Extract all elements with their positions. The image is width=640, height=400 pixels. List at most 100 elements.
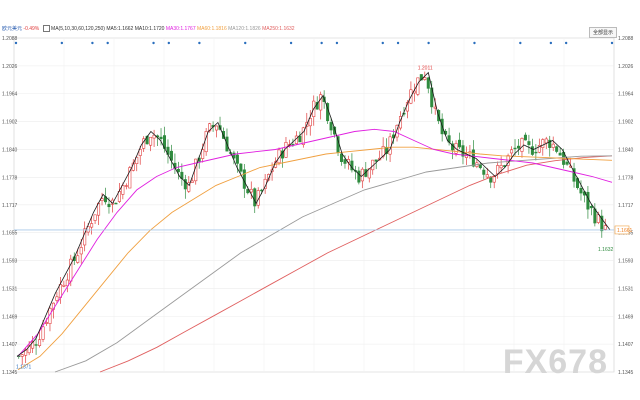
candlestick-chart: 1.2088 1.2088 1.2026 1.2026 1.1964 1.1964 1.19… [2,36,634,376]
candle-body [530,146,534,155]
candle-body [603,225,607,230]
candle-body [457,139,462,148]
symbol-label: 欧元美元 [2,26,23,32]
candle-body [298,135,302,143]
y-tick-label-right: 1.1840 [618,147,634,153]
candle-body [374,159,378,162]
candle-body [107,203,111,208]
candle-body [339,153,344,162]
candle-body [121,185,125,195]
y-tick-label-right: 1.1717 [618,203,634,209]
candle-body [90,223,94,228]
ma250-value-label: MA250:1.1632 [262,26,295,32]
y-tick-label-left: 1.1469 [2,314,18,320]
y-tick-label-left: 1.2026 [2,64,18,70]
candle-body [492,176,496,183]
candle-body [388,136,392,155]
event-dot [244,41,247,45]
event-dot [320,41,323,45]
candle-body [190,180,194,183]
candle-body [235,154,239,164]
candle-body [76,255,80,263]
y-tick-label-left: 1.1531 [2,286,18,292]
y-tick-label-left: 1.1717 [2,203,18,209]
y-tick-label-right: 1.2026 [618,64,634,70]
current-price-label: 1.1661 [617,228,633,234]
event-dot [198,41,201,45]
event-dot [106,41,109,45]
candle-body [343,159,347,164]
y-tick-label-right: 1.1469 [618,314,634,320]
event-dot [60,41,64,45]
event-dot [519,41,522,45]
candle-body [534,151,538,154]
candle-body [114,202,118,205]
candle-body [44,322,49,324]
ma10-value-label: MA10:1.1720 [134,26,165,32]
show-all-button[interactable]: 全部显示 [588,27,617,38]
y-tick-label-left: 1.1345 [2,370,18,376]
candle-body [249,188,253,193]
event-dot [610,41,614,45]
event-dot [167,41,171,45]
y-tick-label-right: 1.1778 [618,175,634,181]
candle-body [20,354,24,357]
candle-body [38,339,42,346]
event-dot [473,41,476,45]
candle-body [329,122,333,131]
candle-body [551,143,555,148]
candle-body [558,152,562,156]
candle-body [79,247,83,255]
ma5-value-label: MA5:1.1662 [106,26,134,32]
ma-settings-icon[interactable] [42,25,50,33]
candle-body [201,149,205,159]
event-dot [549,41,553,45]
candle-body [55,296,59,301]
candle-body [58,284,62,298]
candle-body [485,174,489,178]
event-dot [14,41,18,45]
y-tick-label-left: 1.1840 [2,147,18,153]
candle-body [596,214,600,223]
candle-body [62,284,66,287]
y-tick-label-right: 1.1902 [618,120,634,126]
candle-body [176,168,180,173]
candle-body [510,149,514,154]
candle-body [100,198,104,201]
y-tick-label-right: 1.1964 [618,92,634,98]
high-annotation: 1.2011 [418,66,433,72]
event-dot [152,41,155,45]
candle-body [593,208,597,224]
y-tick-label-left: 1.1407 [2,342,18,348]
y-tick-label-left: 1.1655 [2,231,18,237]
y-tick-label-left: 1.1902 [2,120,18,126]
candle-body [482,169,486,175]
ma-label: MA(5,10,30,60,120,250) [51,26,105,32]
candle-body [253,188,257,207]
candle-body [496,165,500,175]
candle-body [159,136,163,139]
last-low-annotation: 1.1632 [598,247,614,253]
change-label: -0.49% [23,26,40,32]
candle-body [426,77,430,89]
candle-body [523,134,527,141]
event-dot [289,41,293,45]
event-dot [427,41,430,45]
candle-body [527,141,531,145]
candle-body [319,94,323,111]
event-dot [381,41,384,45]
candle-body [41,326,45,340]
y-tick-label-right: 1.2088 [618,36,634,42]
ma60-value-label: MA60:1.1816 [197,26,227,32]
candle-body [520,138,524,152]
candle-body [586,191,590,210]
y-tick-label-right: 1.1531 [618,286,634,292]
candle-body [93,214,97,221]
candle-body [565,161,569,165]
candle-body [478,164,482,169]
y-tick-label-left: 1.1593 [2,259,18,265]
event-dot [564,41,568,45]
candle-body [513,147,517,150]
y-tick-label-left: 1.2088 [2,36,18,42]
chart-header: 欧元美元 -0.49% MA(5,10,30,60,120,250) MA5:1… [2,23,295,35]
